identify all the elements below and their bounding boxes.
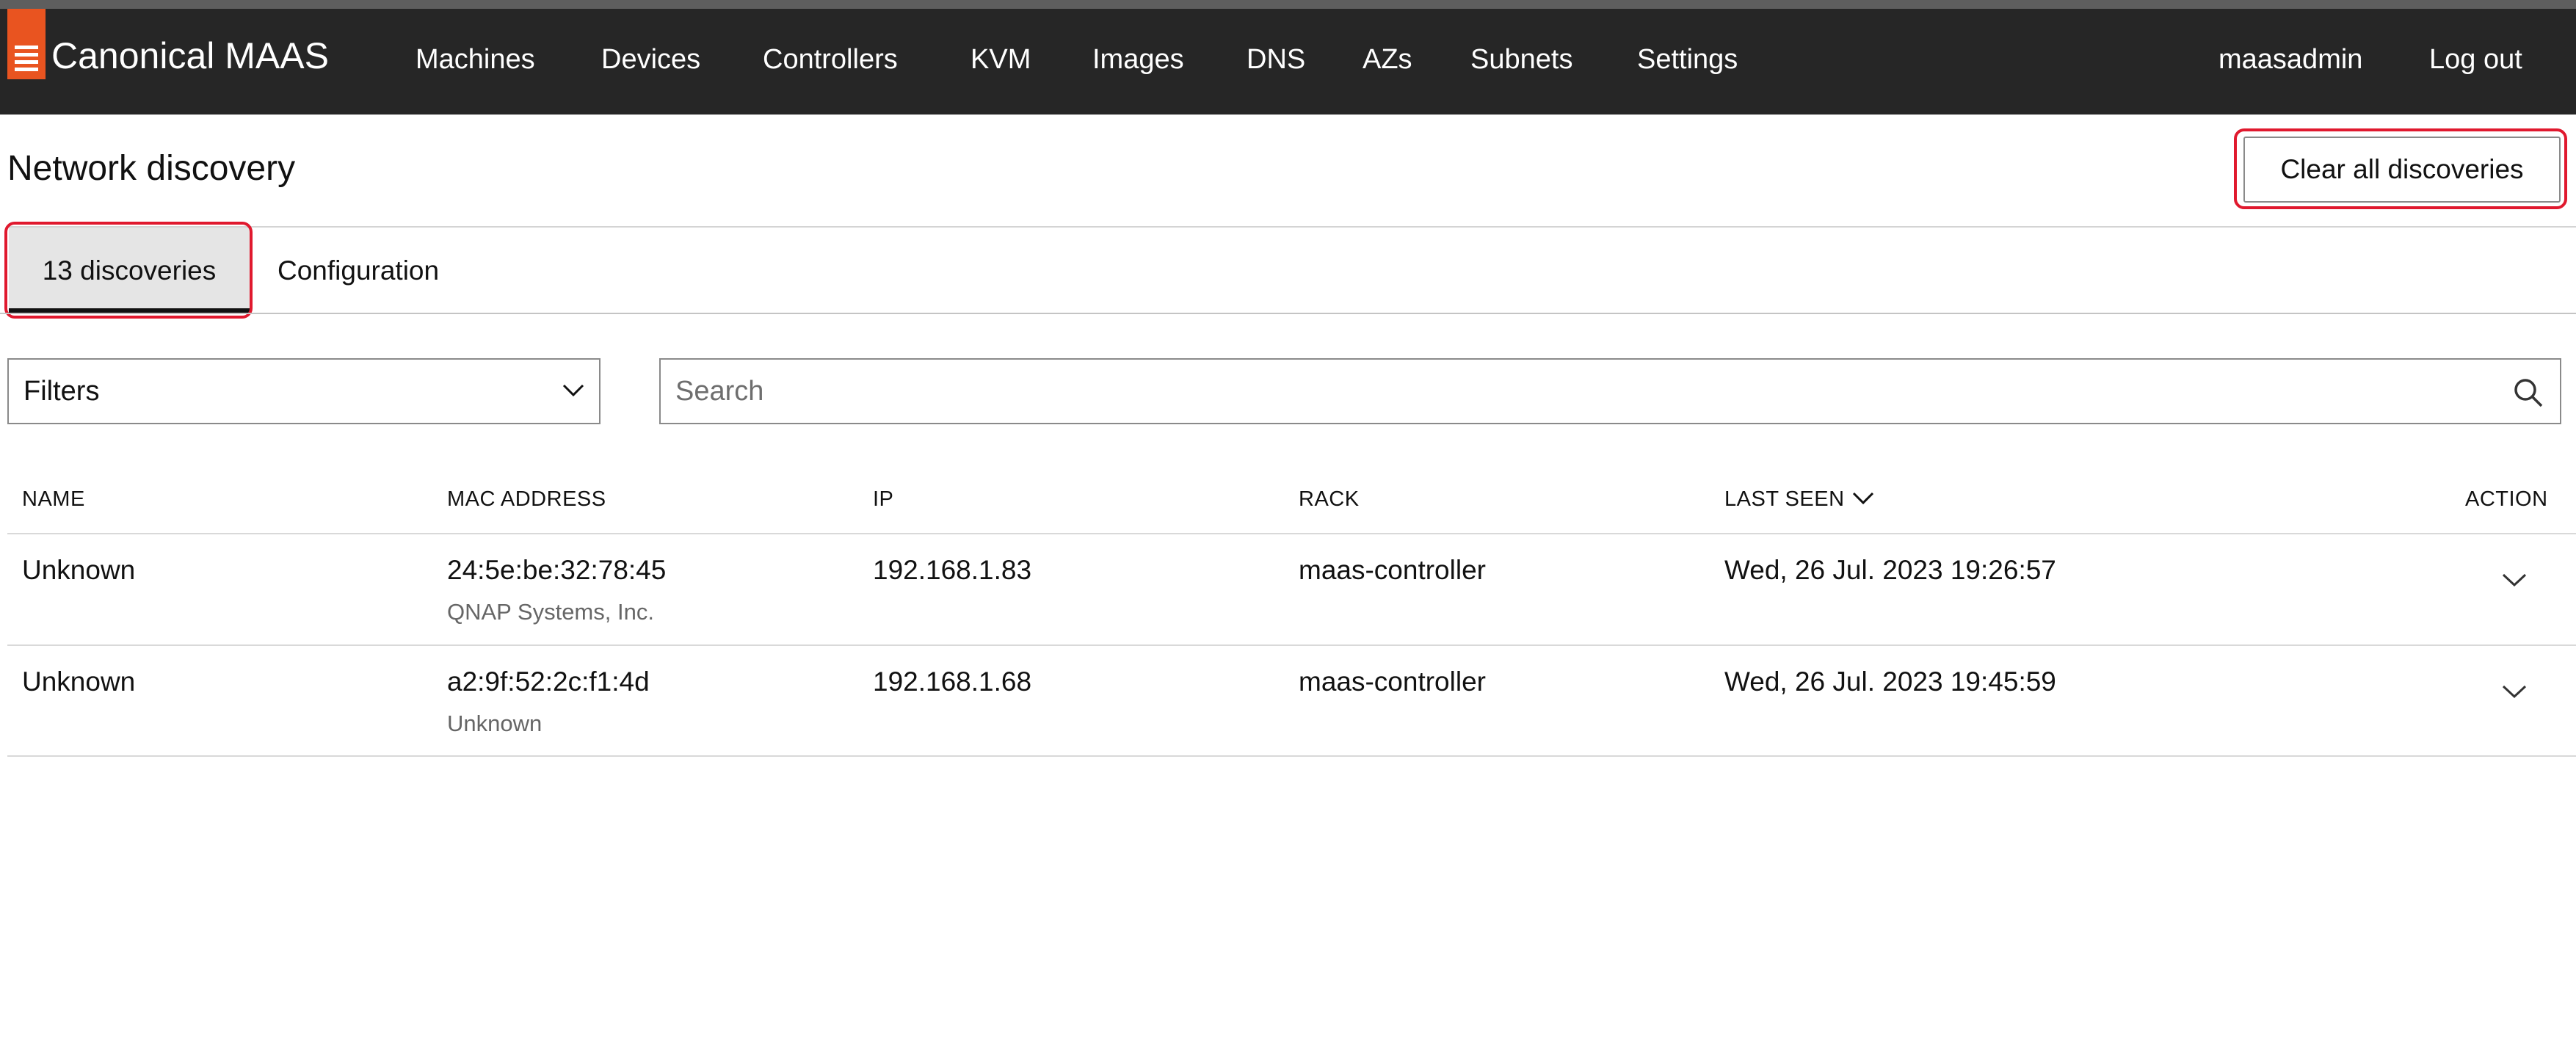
- maas-logo-icon[interactable]: [7, 9, 46, 79]
- search-icon[interactable]: [2513, 377, 2544, 408]
- row-expand-button[interactable]: [2496, 565, 2533, 595]
- brand-title[interactable]: Canonical MAAS: [51, 34, 329, 78]
- tabs-divider: [0, 313, 2576, 314]
- row-last-seen: Wed, 26 Jul. 2023 19:45:59: [1724, 666, 2056, 697]
- column-header-mac-address[interactable]: MAC ADDRESS: [447, 484, 606, 514]
- nav-settings[interactable]: Settings: [1637, 41, 1738, 78]
- row-rack: maas-controller: [1299, 555, 1486, 585]
- search-input[interactable]: [661, 360, 2467, 423]
- logo-lines-icon: [15, 46, 38, 71]
- nav-images[interactable]: Images: [1092, 41, 1184, 78]
- row-expand-button[interactable]: [2496, 677, 2533, 706]
- nav-controllers[interactable]: Controllers: [763, 41, 898, 78]
- row-ip: 192.168.1.83: [873, 555, 1032, 585]
- nav-machines[interactable]: Machines: [416, 41, 535, 78]
- filters-dropdown[interactable]: Filters: [7, 358, 601, 424]
- top-navigation-bar: Canonical MAAS Machines Devices Controll…: [0, 9, 2576, 115]
- last-seen-label: LAST SEEN: [1724, 487, 1845, 511]
- nav-user-account[interactable]: maasadmin: [2218, 41, 2362, 78]
- table-header-divider: [7, 533, 2576, 534]
- column-header-action: ACTION: [2465, 487, 2548, 511]
- sort-descending-icon: [1852, 493, 1873, 505]
- search-box[interactable]: [659, 358, 2561, 424]
- tab-discoveries[interactable]: 13 discoveries: [9, 228, 250, 313]
- row-name: Unknown: [22, 555, 136, 585]
- nav-subnets[interactable]: Subnets: [1470, 41, 1572, 78]
- chevron-down-icon: [2502, 685, 2527, 699]
- row-ip: 192.168.1.68: [873, 666, 1032, 697]
- column-header-ip[interactable]: IP: [873, 484, 893, 514]
- chevron-down-icon: [562, 384, 584, 397]
- row-last-seen: Wed, 26 Jul. 2023 19:26:57: [1724, 555, 2056, 585]
- nav-azs[interactable]: AZs: [1363, 41, 1412, 78]
- nav-kvm[interactable]: KVM: [970, 41, 1031, 78]
- row-vendor: Unknown: [447, 711, 543, 736]
- column-header-rack[interactable]: RACK: [1299, 484, 1360, 514]
- row-divider: [7, 644, 2576, 646]
- row-rack: maas-controller: [1299, 666, 1486, 697]
- tab-configuration[interactable]: Configuration: [277, 228, 439, 313]
- row-mac-address: a2:9f:52:2c:f1:4d: [447, 666, 650, 697]
- clear-all-discoveries-button[interactable]: Clear all discoveries: [2243, 137, 2561, 203]
- column-header-name[interactable]: NAME: [22, 484, 85, 514]
- nav-logout[interactable]: Log out: [2429, 41, 2522, 78]
- row-mac-address: 24:5e:be:32:78:45: [447, 555, 667, 585]
- row-name: Unknown: [22, 666, 136, 697]
- window-top-border: [0, 0, 2576, 9]
- row-divider: [7, 755, 2576, 757]
- row-vendor: QNAP Systems, Inc.: [447, 599, 654, 625]
- nav-devices[interactable]: Devices: [601, 41, 700, 78]
- page-title: Network discovery: [7, 149, 296, 188]
- filters-label: Filters: [23, 376, 100, 407]
- column-header-last-seen[interactable]: LAST SEEN: [1724, 484, 1874, 514]
- chevron-down-icon: [2502, 573, 2527, 587]
- nav-dns[interactable]: DNS: [1247, 41, 1305, 78]
